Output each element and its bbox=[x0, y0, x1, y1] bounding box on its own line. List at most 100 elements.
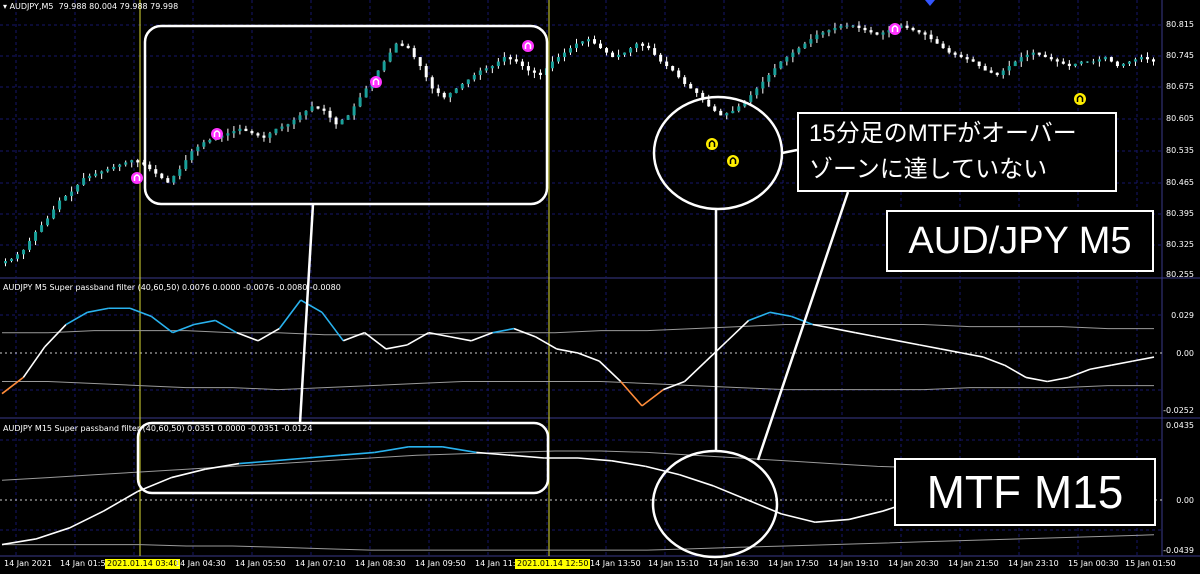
m5-main-line-segment bbox=[855, 331, 877, 338]
m15-axis-label: 0.0435 bbox=[1166, 421, 1194, 430]
m15-main-line-segment bbox=[781, 513, 816, 523]
annotation-note-line2: ゾーンに達していない bbox=[809, 156, 1048, 183]
m5-main-line-segment bbox=[278, 299, 302, 330]
candle-body bbox=[322, 108, 326, 111]
price-label: 80.605 bbox=[1166, 114, 1194, 123]
price-label: 80.745 bbox=[1166, 51, 1194, 60]
candle-body bbox=[1121, 63, 1125, 67]
time-axis-label: 14 Jan 13:50 bbox=[590, 559, 641, 568]
candle-body bbox=[671, 66, 675, 71]
candle-body bbox=[424, 66, 428, 78]
candle-body bbox=[689, 83, 693, 89]
trading-chart: ▾ AUDJPY,M5 79.988 80.004 79.988 79.998 … bbox=[0, 0, 1200, 574]
time-axis-label: 14 Jan 19:10 bbox=[828, 559, 879, 568]
time-axis-label: 14 Jan 08:30 bbox=[355, 559, 406, 568]
candle-body bbox=[1109, 57, 1113, 62]
candle-body bbox=[1019, 57, 1023, 62]
candle-body bbox=[599, 43, 603, 49]
candle-body bbox=[659, 54, 663, 62]
candle-body bbox=[118, 164, 122, 167]
m5-main-line-segment bbox=[769, 311, 792, 318]
candle-body bbox=[472, 75, 476, 80]
candle-body bbox=[1097, 59, 1101, 62]
candle-body bbox=[316, 106, 320, 109]
candle-body bbox=[605, 48, 609, 53]
candle-body bbox=[635, 43, 639, 49]
candle-body bbox=[617, 54, 621, 58]
m5-main-line-segment bbox=[1004, 364, 1027, 379]
candle-body bbox=[130, 160, 134, 163]
m5-main-line-segment bbox=[87, 307, 109, 314]
candle-body bbox=[683, 77, 687, 84]
time-axis-label: 14 Jan 2021 bbox=[4, 559, 52, 568]
candle-body bbox=[148, 164, 152, 170]
m5-main-line-segment bbox=[684, 360, 707, 383]
candle-body bbox=[863, 27, 867, 31]
candle-body bbox=[82, 178, 86, 185]
candle-body bbox=[244, 128, 248, 132]
m5-main-line-segment bbox=[492, 327, 515, 334]
candle-body bbox=[779, 61, 783, 69]
candle-body bbox=[623, 52, 627, 55]
candle-body bbox=[478, 70, 482, 75]
candle-body bbox=[737, 106, 741, 111]
m15-main-line-segment bbox=[815, 518, 850, 524]
time-axis-highlight-label: 2021.01.14 12:50 bbox=[515, 559, 591, 569]
candle-body bbox=[268, 133, 272, 138]
m15-main-line-segment bbox=[1, 538, 37, 546]
m5-main-line-segment bbox=[257, 327, 280, 342]
candle-body bbox=[100, 171, 104, 174]
m5-main-line-segment bbox=[919, 344, 941, 350]
candle-body bbox=[406, 45, 410, 49]
candle-body bbox=[1013, 61, 1017, 67]
candle-body bbox=[538, 72, 542, 75]
time-axis-label: 14 Jan 09:50 bbox=[415, 559, 466, 568]
candle-body bbox=[484, 68, 488, 71]
candle-body bbox=[821, 32, 825, 35]
m5-panel-title: AUDJPY M5 Super passband filter (40,60,5… bbox=[3, 283, 341, 292]
candle-body bbox=[178, 169, 182, 176]
candle-body bbox=[581, 41, 584, 44]
candle-body bbox=[815, 34, 819, 40]
candle-body bbox=[695, 88, 699, 93]
annotation-note-line1: 15分足のMTFがオーバー bbox=[809, 120, 1077, 147]
candle-body bbox=[454, 88, 458, 93]
candle-body bbox=[88, 175, 92, 179]
candle-body bbox=[304, 110, 308, 116]
candle-body bbox=[388, 52, 392, 62]
m5-upper-band bbox=[2, 324, 1154, 336]
candle-body bbox=[1031, 52, 1035, 55]
candle-body bbox=[550, 61, 554, 69]
m5-main-line-segment bbox=[812, 323, 835, 330]
candle-body bbox=[22, 249, 26, 255]
m5-main-line-segment bbox=[726, 319, 750, 342]
candle-body bbox=[803, 43, 807, 49]
m5-main-line-segment bbox=[641, 388, 664, 407]
price-label: 80.675 bbox=[1166, 82, 1194, 91]
m5-main-line-segment bbox=[1089, 364, 1112, 371]
buy-signal-marker bbox=[727, 155, 739, 167]
highlight-box-main bbox=[143, 24, 549, 206]
m5-main-line-segment bbox=[876, 335, 899, 342]
m15-main-line-segment bbox=[611, 460, 646, 468]
time-axis-label: 14 Jan 21:50 bbox=[948, 559, 999, 568]
candle-body bbox=[1061, 61, 1065, 64]
candle-body bbox=[112, 166, 116, 170]
candle-body bbox=[430, 77, 434, 89]
candle-body bbox=[352, 106, 356, 116]
main-panel-title: ▾ AUDJPY,M5 79.988 80.004 79.988 79.998 bbox=[3, 2, 179, 11]
candle-body bbox=[124, 162, 128, 165]
candle-body bbox=[1049, 57, 1053, 60]
candle-body bbox=[340, 119, 344, 125]
highlight-ellipse-main bbox=[652, 95, 784, 211]
candle-body bbox=[587, 39, 591, 42]
candle-body bbox=[310, 106, 314, 111]
m5-main-line-segment bbox=[236, 331, 259, 342]
candle-body bbox=[983, 66, 987, 71]
candle-body bbox=[442, 92, 446, 98]
candle-body bbox=[418, 57, 422, 67]
m5-main-line-segment bbox=[22, 346, 46, 378]
candle-body bbox=[995, 72, 999, 75]
candle-body bbox=[1085, 61, 1089, 63]
m5-axis-label: -0.0252 bbox=[1163, 406, 1194, 415]
